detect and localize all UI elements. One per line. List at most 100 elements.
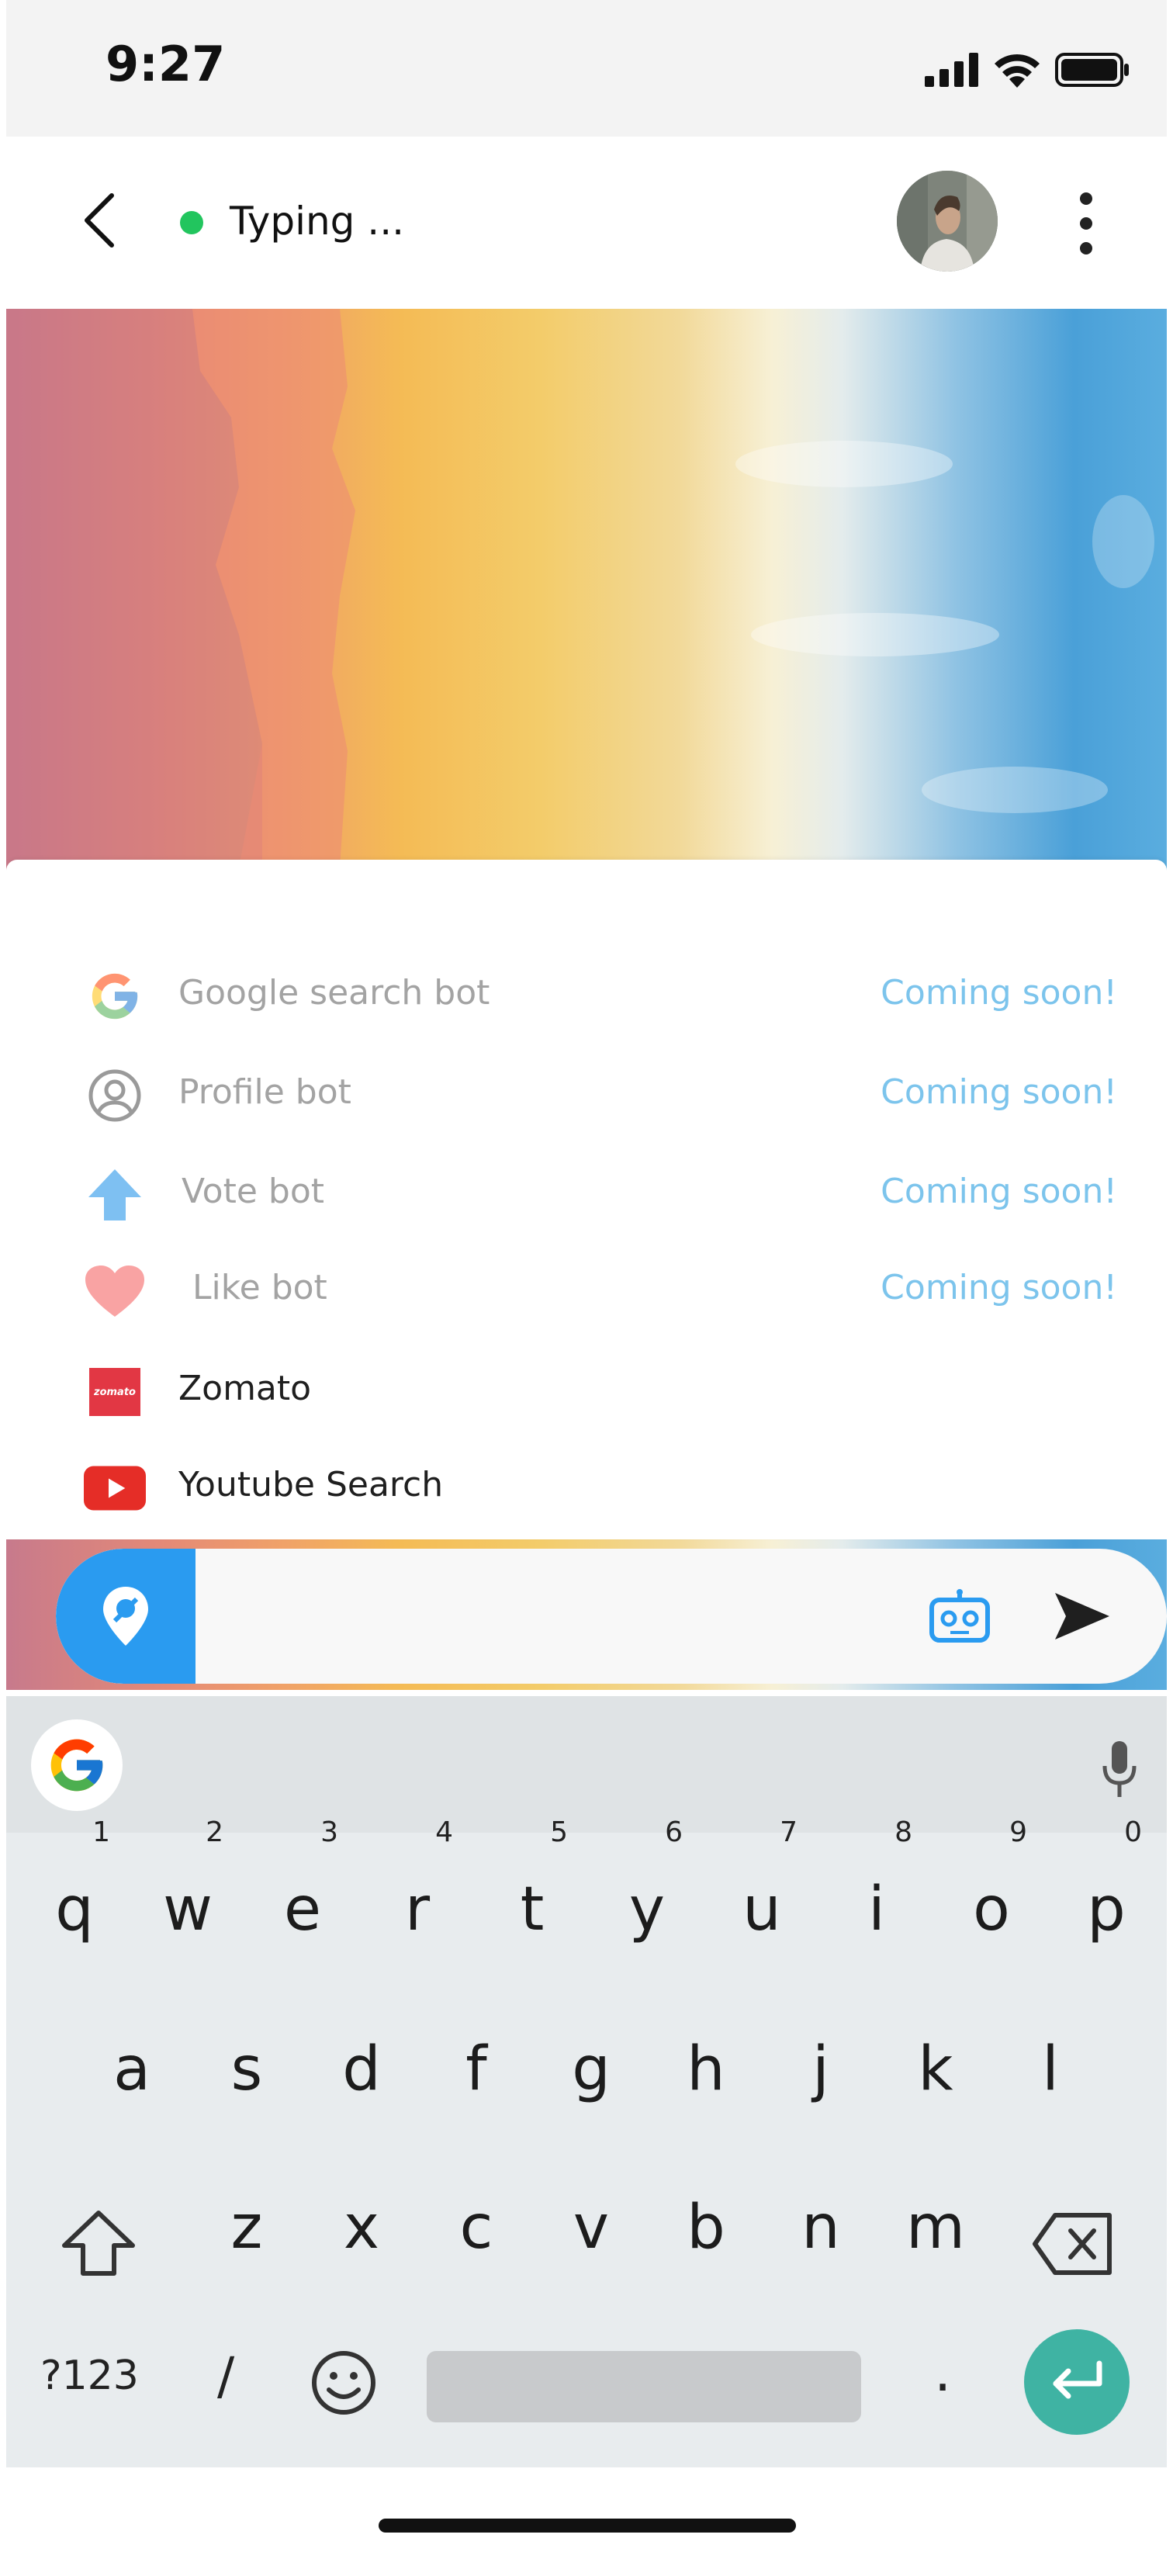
key-u[interactable]: u7 [718,1819,805,1968]
key-s[interactable]: s [203,2011,290,2128]
backspace-icon [1033,2213,1112,2275]
key-w[interactable]: w2 [144,1819,231,1968]
message-input-bar [56,1549,1167,1684]
key-label: e [284,1875,321,1944]
period-key[interactable]: . [934,2340,951,2404]
key-f[interactable]: f [433,2011,520,2128]
key-l[interactable]: l [1007,2011,1094,2128]
key-label: o [973,1875,1010,1944]
bot-name: Profile bot [178,1072,351,1112]
key-label: w [163,1875,213,1944]
bot-status: Coming soon! [881,1072,1117,1112]
key-number-hint: 7 [780,1816,798,1848]
bot-name: Vote bot [182,1172,325,1211]
robot-icon [929,1589,990,1643]
enter-arrow-icon [1053,2360,1102,2399]
phone-screen: 9:27 Typing ... Google search bot Coming… [6,0,1167,2576]
key-c[interactable]: c [433,2169,520,2286]
status-bar: 9:27 [6,0,1167,137]
key-p[interactable]: p0 [1063,1819,1150,1968]
online-status-dot [180,211,203,234]
key-number-hint: 0 [1124,1816,1142,1848]
emoji-key[interactable] [310,2349,377,2416]
backspace-key[interactable] [1030,2205,1116,2283]
key-r[interactable]: r4 [374,1819,461,1968]
bot-item-youtube-search[interactable]: Youtube Search [6,1449,1167,1527]
bot-item-vote[interactable]: Vote bot Coming soon! [6,1156,1167,1234]
slash-key[interactable]: / [217,2346,234,2406]
key-d[interactable]: d [318,2011,405,2128]
smiley-face-icon [312,2351,375,2415]
shift-arrow-icon [62,2211,135,2276]
heart-icon [84,1260,146,1322]
battery-icon [1055,53,1129,87]
bot-item-google-search[interactable]: Google search bot Coming soon! [6,957,1167,1035]
key-number-hint: 4 [435,1816,453,1848]
key-label: t [520,1875,545,1944]
key-n[interactable]: n [777,2169,864,2286]
home-indicator[interactable] [379,2519,796,2533]
bots-panel: Google search bot Coming soon! Profile b… [6,860,1167,1539]
bot-name: Youtube Search [178,1465,444,1504]
cellular-signal-icon [925,53,978,87]
location-button[interactable] [56,1549,196,1684]
key-number-hint: 9 [1009,1816,1027,1848]
bot-item-zomato[interactable]: zomato Zomato [6,1353,1167,1431]
key-i[interactable]: i8 [833,1819,920,1968]
location-pin-icon [103,1587,148,1646]
key-x[interactable]: x [318,2169,405,2286]
bot-item-profile[interactable]: Profile bot Coming soon! [6,1057,1167,1134]
key-number-hint: 6 [665,1816,683,1848]
key-e[interactable]: e3 [259,1819,346,1968]
more-dot [1080,217,1092,230]
key-k[interactable]: k [892,2011,979,2128]
key-number-hint: 5 [550,1816,568,1848]
send-icon [1055,1593,1109,1639]
bot-name: Like bot [192,1268,327,1307]
zomato-logo-text: zomato [89,1368,140,1416]
key-t[interactable]: t5 [489,1819,576,1968]
key-o[interactable]: o9 [948,1819,1035,1968]
google-g-icon[interactable] [31,1719,123,1811]
bot-status: Coming soon! [881,1172,1117,1211]
message-input[interactable] [208,1572,940,1660]
keyboard-toolbar [6,1696,1167,1833]
key-label: u [742,1875,781,1944]
soft-keyboard: q1 w2 e3 r4 t5 y6 u7 i8 o9 p0 a s d f g … [6,1696,1167,2467]
microphone-icon[interactable] [1100,1738,1139,1800]
key-v[interactable]: v [548,2169,635,2286]
shift-key[interactable] [56,2200,141,2286]
key-number-hint: 1 [92,1816,110,1848]
wifi-icon [995,54,1040,88]
more-options-button[interactable] [1069,192,1103,254]
bot-name: Zomato [178,1369,312,1408]
bot-menu-button[interactable] [925,1586,995,1646]
google-g-icon [84,965,146,1027]
key-h[interactable]: h [663,2011,749,2128]
bot-name: Google search bot [178,973,490,1013]
avatar-photo [897,171,998,272]
send-button[interactable] [1049,1583,1116,1650]
key-y[interactable]: y6 [604,1819,690,1968]
bot-status: Coming soon! [881,1268,1117,1307]
symbols-key[interactable]: ?123 [40,2353,139,2399]
status-time: 9:27 [106,36,226,92]
typing-status: Typing ... [230,199,404,244]
key-b[interactable]: b [663,2169,749,2286]
key-label: q [55,1875,94,1944]
space-bar[interactable] [427,2351,861,2422]
key-m[interactable]: m [892,2169,979,2286]
key-z[interactable]: z [203,2169,290,2286]
bot-item-like[interactable]: Like bot Coming soon! [6,1252,1167,1330]
enter-key[interactable] [1024,2329,1130,2435]
key-j[interactable]: j [777,2011,864,2128]
key-g[interactable]: g [548,2011,635,2128]
avatar[interactable] [897,171,998,272]
key-q[interactable]: q1 [31,1819,118,1968]
key-label: r [404,1875,431,1944]
key-a[interactable]: a [88,2011,175,2128]
back-button[interactable] [68,189,130,251]
youtube-icon [84,1457,146,1519]
status-icons [925,50,1130,90]
chevron-left-icon [85,193,114,248]
